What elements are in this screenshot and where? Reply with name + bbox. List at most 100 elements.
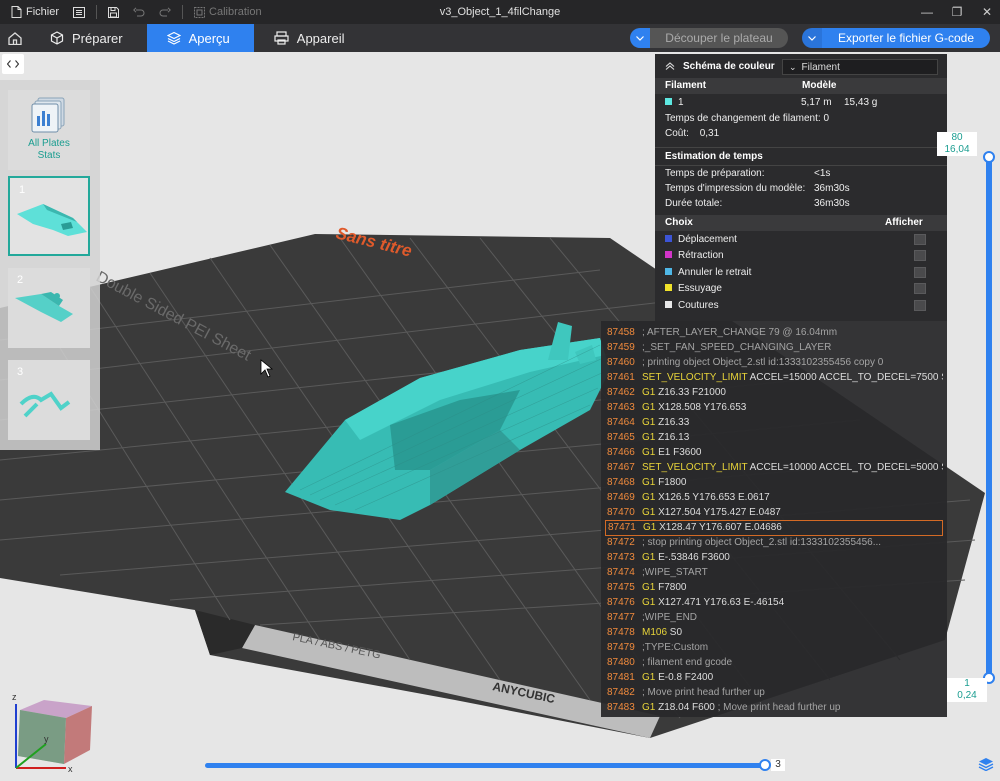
gcode-command: G1	[643, 522, 657, 533]
gcode-comment: ; Move print head further up	[642, 687, 765, 698]
gcode-line[interactable]: 87480 ; filament end gcode	[605, 655, 943, 670]
export-dropdown-button[interactable]	[802, 28, 822, 48]
plate-thumbnail-3[interactable]: 3	[8, 360, 90, 440]
gcode-comment: ; printing object Object_2.stl id:133310…	[642, 357, 884, 368]
gcode-line[interactable]: 87461 SET_VELOCITY_LIMIT ACCEL=15000 ACCE…	[605, 370, 943, 385]
gcode-comment: ; Move print head further up	[714, 702, 841, 713]
gcode-line[interactable]: 87479 ;TYPE:Custom	[605, 640, 943, 655]
gcode-line-number: 87481	[607, 672, 635, 683]
slice-plate-button[interactable]: Découper le plateau	[650, 28, 788, 48]
all-plates-stats-button[interactable]: All Plates Stats	[8, 90, 90, 170]
minimize-icon[interactable]: —	[920, 5, 934, 19]
gcode-arguments: E1 F3600	[655, 447, 702, 458]
gcode-line[interactable]: 87477 ;WIPE_END	[605, 610, 943, 625]
gcode-line[interactable]: 87472 ; stop printing object Object_2.stl…	[605, 535, 943, 550]
gcode-line-number: 87472	[607, 537, 635, 548]
gcode-line[interactable]: 87475 G1 F7800	[605, 580, 943, 595]
all-plates-stats-label: All Plates Stats	[28, 138, 70, 161]
gcode-line[interactable]: 87476 G1 X127.471 Y176.63 E-.46154	[605, 595, 943, 610]
bottom-layer-height: 0,24	[957, 690, 977, 701]
gcode-line-number: 87479	[607, 642, 635, 653]
option-travel-checkbox[interactable]	[914, 234, 926, 245]
title-bar: Fichier Calibration v3_Object_1_4filChan…	[0, 0, 1000, 24]
axis-z-label: z	[12, 692, 17, 702]
travel-swatch	[665, 235, 672, 242]
gcode-line[interactable]: 87458 ; AFTER_LAYER_CHANGE 79 @ 16.04mm	[605, 325, 943, 340]
home-icon	[8, 31, 22, 45]
gcode-line[interactable]: 87481 G1 E-0.8 F2400	[605, 670, 943, 685]
color-scheme-select[interactable]: ⌄ Filament	[782, 59, 938, 75]
tab-preview[interactable]: Aperçu	[146, 24, 254, 52]
move-slider-handle[interactable]	[759, 759, 771, 771]
calibration-menu[interactable]: Calibration	[191, 2, 265, 22]
plate-thumbnail-1[interactable]: 1	[8, 176, 90, 256]
option-deretraction-checkbox[interactable]	[914, 267, 926, 278]
gcode-line[interactable]: 87478 M106 S0	[605, 625, 943, 640]
plate-list: All Plates Stats 1 2 3	[0, 80, 100, 450]
model-time-value: 36m30s	[814, 183, 850, 194]
main-tab-bar: Préparer Aperçu Appareil Découper le pla…	[0, 24, 1000, 52]
gcode-line[interactable]: 87459 ;_SET_FAN_SPEED_CHANGING_LAYER	[605, 340, 943, 355]
move-slider-track[interactable]	[205, 763, 765, 768]
gcode-line[interactable]: 87463 G1 X128.508 Y176.653	[605, 400, 943, 415]
maximize-icon[interactable]: ❐	[950, 5, 964, 19]
gcode-line[interactable]: 87474 ;WIPE_START	[605, 565, 943, 580]
undo-button[interactable]	[130, 2, 148, 22]
gcode-viewer[interactable]: 87458; AFTER_LAYER_CHANGE 79 @ 16.04mm 87…	[601, 321, 947, 717]
move-slider-value: 3	[771, 759, 785, 771]
gcode-command: G1	[642, 432, 656, 443]
collapse-sidebar-button[interactable]	[2, 54, 24, 74]
redo-button[interactable]	[156, 2, 174, 22]
gcode-command: G1	[642, 582, 656, 593]
gcode-line[interactable]: 87470 G1 X127.504 Y175.427 E.0487	[605, 505, 943, 520]
export-gcode-button[interactable]: Exporter le fichier G-code	[822, 28, 990, 48]
option-travel: Déplacement	[665, 233, 737, 247]
orientation-cube[interactable]: z x y	[0, 682, 100, 780]
gcode-line[interactable]: 87468 G1 F1800	[605, 475, 943, 490]
calibration-icon	[194, 6, 206, 18]
total-time-value: 36m30s	[814, 198, 850, 209]
save-icon	[108, 6, 120, 18]
gcode-line[interactable]: 87465 G1 Z16.13	[605, 430, 943, 445]
gcode-line-number: 87480	[607, 657, 635, 668]
layer-slider-track[interactable]	[986, 157, 992, 683]
color-scheme-value: Filament	[801, 62, 840, 73]
printer-icon	[274, 31, 289, 45]
layers-toggle-icon[interactable]	[978, 757, 994, 771]
gcode-comment: ;_SET_FAN_SPEED_CHANGING_LAYER	[642, 342, 832, 353]
tab-device[interactable]: Appareil	[254, 24, 369, 52]
option-wipe-checkbox[interactable]	[914, 283, 926, 294]
gcode-line[interactable]: 87464 G1 Z16.33	[605, 415, 943, 430]
tab-prepare[interactable]: Préparer	[30, 24, 147, 52]
toolbar-separator	[96, 5, 98, 19]
gcode-line[interactable]: 87466 G1 E1 F3600	[605, 445, 943, 460]
option-seams-checkbox[interactable]	[914, 300, 926, 311]
gcode-line[interactable]: 87483 G1 Z18.04 F600 ; Move print head fu…	[605, 700, 943, 715]
file-menu[interactable]: Fichier	[8, 2, 62, 22]
axis-x-label: x	[68, 764, 73, 774]
gcode-line-number: 87458	[607, 327, 635, 338]
menu-button[interactable]	[70, 2, 88, 22]
stats-icon	[31, 97, 65, 133]
prep-time-value: <1s	[814, 168, 831, 179]
slice-dropdown-button[interactable]	[630, 28, 650, 48]
gcode-line[interactable]: 87460 ; printing object Object_2.stl id:1…	[605, 355, 943, 370]
gcode-line[interactable]: 87469 G1 X126.5 Y176.653 E.0617	[605, 490, 943, 505]
gcode-line[interactable]: 87462 G1 Z16.33 F21000	[605, 385, 943, 400]
collapse-up-icon[interactable]	[665, 62, 675, 70]
filament-color-swatch	[665, 98, 672, 105]
gcode-line[interactable]: 87471 G1 X128.47 Y176.607 E.04686	[605, 520, 943, 536]
gcode-arguments: ACCEL=15000 ACCEL_TO_DECEL=7500 S...	[747, 372, 943, 383]
close-icon[interactable]: ✕	[980, 5, 994, 19]
plate-thumbnail-2[interactable]: 2	[8, 268, 90, 348]
gcode-line[interactable]: 87467 SET_VELOCITY_LIMIT ACCEL=10000 ACCE…	[605, 460, 943, 475]
save-button[interactable]	[105, 2, 122, 22]
option-retraction-checkbox[interactable]	[914, 250, 926, 261]
home-button[interactable]	[0, 24, 30, 52]
toolbar-separator	[182, 5, 184, 19]
layer-slider-top-handle[interactable]	[983, 151, 995, 163]
option-wipe: Essuyage	[665, 282, 722, 296]
gcode-line[interactable]: 87482 ; Move print head further up	[605, 685, 943, 700]
gcode-comment: ; filament end gcode	[642, 657, 733, 668]
gcode-line[interactable]: 87473 G1 E-.53846 F3600	[605, 550, 943, 565]
